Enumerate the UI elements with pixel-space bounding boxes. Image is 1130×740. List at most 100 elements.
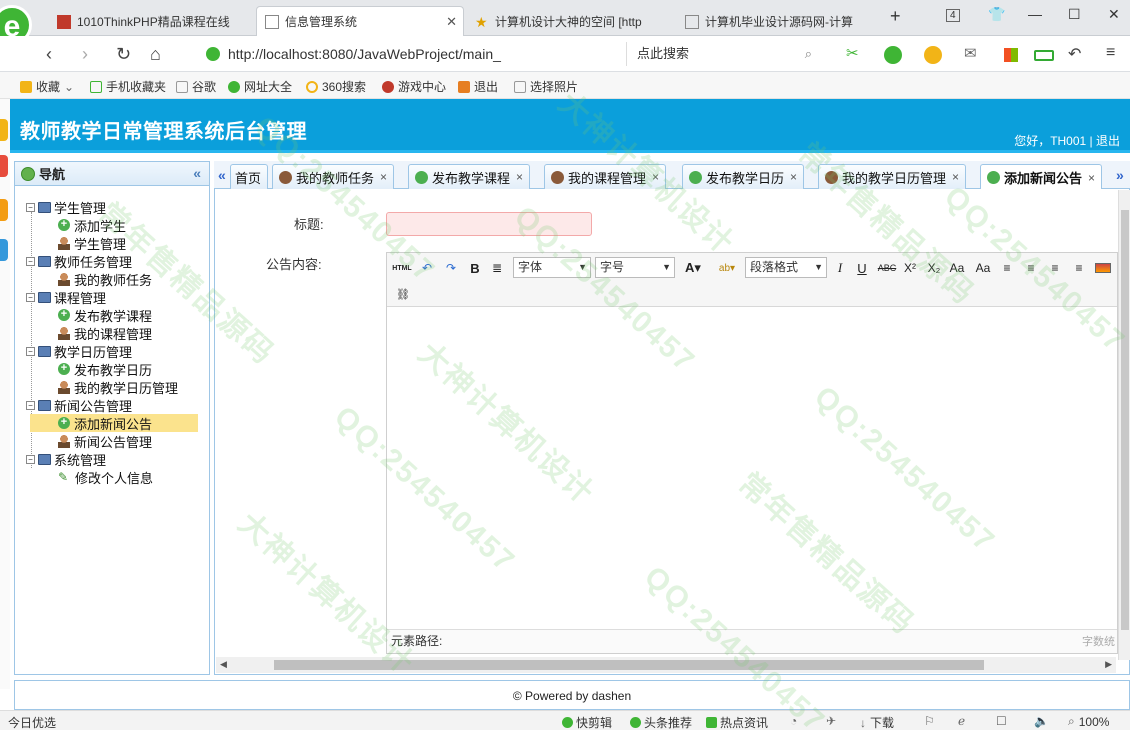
- align-justify-icon[interactable]: ≡: [1071, 259, 1087, 277]
- title-input[interactable]: [386, 212, 592, 236]
- close-tab-icon[interactable]: ×: [1088, 171, 1095, 185]
- collapse-toggle-icon[interactable]: −: [26, 256, 35, 266]
- superscript-icon[interactable]: X²: [901, 259, 919, 277]
- undo-icon[interactable]: ↶: [419, 259, 435, 277]
- new-tab-button[interactable]: +: [890, 6, 901, 27]
- nav-group-calendar[interactable]: − 教学日历管理: [26, 342, 132, 360]
- window-icon[interactable]: ☐: [996, 714, 1007, 728]
- bold-icon[interactable]: B: [467, 259, 483, 277]
- search-input[interactable]: 点此搜索 ⌕: [626, 42, 818, 66]
- align-right-icon[interactable]: ≡: [1047, 259, 1063, 277]
- bookmark-mobile[interactable]: 手机收藏夹: [90, 78, 166, 95]
- home-icon[interactable]: ⌂: [150, 44, 161, 65]
- side-icon[interactable]: [0, 239, 8, 261]
- paragraph-select[interactable]: 段落格式 ▼: [745, 257, 827, 278]
- underline-icon[interactable]: U: [855, 259, 869, 277]
- nav-group-news[interactable]: − 新闻公告管理: [26, 396, 132, 414]
- side-icon[interactable]: [0, 155, 8, 177]
- ie-icon[interactable]: ℯ: [958, 714, 965, 728]
- nav-group-course[interactable]: − 课程管理: [26, 288, 106, 306]
- subscript-icon[interactable]: X₂: [925, 259, 943, 277]
- translate-icon[interactable]: [884, 46, 902, 64]
- bookmark-logout[interactable]: 退出: [458, 78, 498, 95]
- tab-count-badge[interactable]: 4: [946, 9, 960, 22]
- nav-item-news-manage[interactable]: 新闻公告管理: [58, 432, 152, 450]
- italic-icon[interactable]: I: [833, 259, 847, 277]
- tab-my-calendar[interactable]: 我的教学日历管理 ×: [818, 164, 967, 189]
- bookmark-google[interactable]: 谷歌: [176, 78, 216, 95]
- collapse-toggle-icon[interactable]: −: [26, 346, 35, 356]
- collapse-toggle-icon[interactable]: −: [26, 292, 35, 302]
- nav-item-my-calendar[interactable]: 我的教学日历管理: [58, 378, 178, 396]
- bookmark-hao[interactable]: 网址大全: [228, 78, 292, 95]
- forward-icon[interactable]: ›: [82, 44, 88, 65]
- collapse-toggle-icon[interactable]: −: [26, 400, 35, 410]
- close-tab-icon[interactable]: ×: [652, 170, 659, 184]
- refresh-icon[interactable]: ↻: [116, 44, 131, 65]
- font-select[interactable]: 字体 ▼: [513, 257, 591, 278]
- url-field[interactable]: http://localhost:8080/JavaWebProject/mai…: [198, 42, 618, 66]
- browser-tab-2[interactable]: 信息管理系统 ✕: [256, 6, 464, 36]
- nav-item-student-manage[interactable]: 学生管理: [58, 234, 126, 252]
- user-info[interactable]: 您好，TH001 | 退出: [1014, 132, 1120, 149]
- collapse-toggle-icon[interactable]: −: [26, 202, 35, 212]
- size-select[interactable]: 字号 ▼: [595, 257, 675, 278]
- font-size-up-icon[interactable]: Aa: [949, 259, 965, 277]
- tabs-scroll-right-icon[interactable]: »: [1116, 167, 1124, 183]
- back-icon[interactable]: ‹: [46, 44, 52, 65]
- close-tab-icon[interactable]: ×: [516, 170, 523, 184]
- close-tab-icon[interactable]: ×: [790, 170, 797, 184]
- tab-add-news[interactable]: 添加新闻公告 ×: [980, 164, 1103, 190]
- highlight-icon[interactable]: ab▾: [713, 259, 741, 277]
- pin-icon[interactable]: ✈: [826, 714, 836, 728]
- volume-icon[interactable]: 🔈: [1034, 714, 1049, 728]
- close-tab-icon[interactable]: ×: [380, 170, 387, 184]
- scroll-thumb[interactable]: [274, 660, 984, 670]
- format-clear-icon[interactable]: ≣: [489, 259, 505, 277]
- nav-item-my-teacher-task[interactable]: 我的教师任务: [58, 270, 152, 288]
- link-icon[interactable]: ⛓: [395, 285, 411, 303]
- scroll-left-icon[interactable]: ◀: [220, 659, 227, 670]
- nav-item-add-news[interactable]: + 添加新闻公告: [30, 414, 198, 432]
- nav-item-publish-course[interactable]: + 发布教学课程: [58, 306, 152, 324]
- collapse-icon[interactable]: «: [193, 165, 201, 181]
- close-window-icon[interactable]: ✕: [1108, 6, 1120, 23]
- tab-home[interactable]: 首页: [230, 164, 268, 189]
- nav-group-student[interactable]: − 学生管理: [26, 198, 106, 216]
- strikethrough-icon[interactable]: ABC: [877, 259, 897, 277]
- minimize-icon[interactable]: —: [1028, 6, 1042, 22]
- bookmark-favorites[interactable]: 收藏 ⌄: [20, 78, 74, 95]
- shirt-icon[interactable]: 👕: [988, 6, 1005, 23]
- mail-icon[interactable]: ✉: [964, 44, 977, 62]
- font-color-icon[interactable]: A▾: [681, 259, 705, 277]
- status-hot-news[interactable]: 热点资讯: [706, 714, 768, 731]
- menu-icon[interactable]: ≡: [1106, 44, 1115, 62]
- close-tab-icon[interactable]: ✕: [446, 14, 457, 30]
- undo-icon[interactable]: ↶: [1068, 44, 1081, 64]
- browser-tab-1[interactable]: 1010ThinkPHP精品课程在线: [48, 6, 254, 36]
- vertical-scrollbar[interactable]: [1118, 190, 1130, 660]
- nav-item-my-course[interactable]: 我的课程管理: [58, 324, 152, 342]
- align-left-icon[interactable]: ≡: [999, 259, 1015, 277]
- font-size-down-icon[interactable]: Aa: [975, 259, 991, 277]
- nav-item-edit-profile[interactable]: ✎ 修改个人信息: [58, 468, 153, 486]
- nav-group-system[interactable]: − 系统管理: [26, 450, 106, 468]
- tab-my-teacher-task[interactable]: 我的教师任务 ×: [272, 164, 395, 189]
- redo-icon[interactable]: ↷: [443, 259, 459, 277]
- status-download[interactable]: ↓ 下载: [860, 714, 894, 731]
- scroll-thumb[interactable]: [1121, 210, 1129, 630]
- nav-item-add-student[interactable]: + 添加学生: [58, 216, 126, 234]
- flag-icon[interactable]: ⚐: [924, 714, 935, 728]
- side-icon[interactable]: [0, 119, 8, 141]
- align-center-icon[interactable]: ≡: [1023, 259, 1039, 277]
- nav-item-publish-calendar[interactable]: + 发布教学日历: [58, 360, 152, 378]
- browser-tab-4[interactable]: 计算机毕业设计源码网-计算: [676, 6, 882, 36]
- nav-group-teacher-task[interactable]: − 教师任务管理: [26, 252, 132, 270]
- rich-text-editor[interactable]: HTML ↶ ↷ B ≣ 字体 ▼ 字号 ▼ A▾ ab▾ 段落格式 ▼ I U AB…: [386, 252, 1118, 654]
- close-tab-icon[interactable]: ×: [952, 170, 959, 184]
- speed-icon[interactable]: ◔: [790, 714, 797, 728]
- battery-icon[interactable]: [1034, 50, 1054, 61]
- scissors-icon[interactable]: ✂: [846, 44, 859, 62]
- zoom-level[interactable]: ⌕ 100%: [1068, 714, 1109, 729]
- collapse-toggle-icon[interactable]: −: [26, 454, 35, 464]
